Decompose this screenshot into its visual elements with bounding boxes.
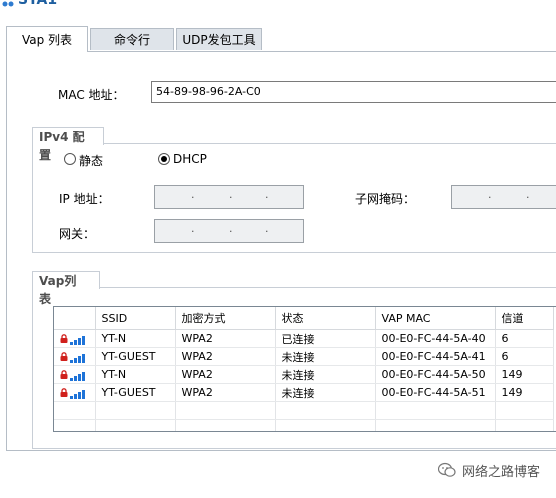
gateway-label: 网关：: [59, 227, 96, 241]
static-radio[interactable]: [64, 153, 76, 165]
ipv4-legend: IPv4 配置: [32, 127, 104, 162]
table-row[interactable]: YT-N WPA2 未连接 00-E0-FC-44-5A-50 149: [54, 365, 554, 384]
signal-strength-icon: [70, 386, 86, 400]
gateway-field[interactable]: ...: [154, 219, 304, 243]
row-icons: [54, 329, 96, 348]
dhcp-label: DHCP: [173, 152, 207, 166]
table-header: SSID 加密方式 状态 VAP MAC 信道: [54, 307, 554, 330]
col-encryption-header[interactable]: 加密方式: [175, 307, 276, 330]
station-icon: [2, 1, 14, 7]
encryption-cell: WPA2: [175, 365, 276, 384]
col-channel-header[interactable]: 信道: [495, 307, 554, 330]
window-title: STA1: [18, 0, 58, 8]
status-cell: 未连接: [275, 383, 376, 402]
ssid-cell: YT-N: [95, 365, 176, 384]
ssid-cell: YT-GUEST: [95, 383, 176, 402]
col-vap-mac-header[interactable]: VAP MAC: [375, 307, 496, 330]
lock-icon: [60, 388, 68, 398]
row-icons: [54, 383, 96, 402]
encryption-cell: WPA2: [175, 329, 276, 348]
signal-strength-icon: [70, 332, 86, 346]
lock-icon: [60, 352, 68, 362]
channel-cell: 6: [495, 347, 554, 366]
status-cell: 已连接: [275, 329, 376, 348]
subnet-label: 子网掩码：: [355, 192, 416, 206]
static-label: 静态: [79, 154, 104, 168]
empty-row: [54, 419, 554, 431]
signal-strength-icon: [70, 368, 86, 382]
ssid-cell: YT-N: [95, 329, 176, 348]
empty-row: [54, 401, 554, 420]
status-cell: 未连接: [275, 365, 376, 384]
col-status-header[interactable]: 状态: [275, 307, 376, 330]
vap-legend: Vap列表: [32, 271, 100, 306]
col-icon-header: [54, 307, 96, 330]
tab-command-line[interactable]: 命令行: [90, 28, 174, 50]
encryption-cell: WPA2: [175, 347, 276, 366]
lock-icon: [60, 370, 68, 380]
channel-cell: 6: [495, 329, 554, 348]
mac-address-field[interactable]: 54-89-98-96-2A-C0: [151, 81, 556, 103]
vap-mac-cell: 00-E0-FC-44-5A-40: [375, 329, 496, 348]
ip-address-field[interactable]: ...: [154, 185, 304, 209]
col-ssid-header[interactable]: SSID: [95, 307, 176, 330]
title-bar: STA1: [0, 0, 556, 14]
row-icons: [54, 365, 96, 384]
channel-cell: 149: [495, 365, 554, 384]
table-row[interactable]: YT-N WPA2 已连接 00-E0-FC-44-5A-40 6: [54, 329, 554, 348]
dhcp-radio[interactable]: [158, 153, 170, 165]
vap-table[interactable]: SSID 加密方式 状态 VAP MAC 信道 YT-N WPA2 已连接 00-E0…: [53, 306, 556, 432]
encryption-cell: WPA2: [175, 383, 276, 402]
table-row[interactable]: YT-GUEST WPA2 未连接 00-E0-FC-44-5A-41 6: [54, 347, 554, 366]
subnet-mask-field[interactable]: ..: [451, 185, 556, 209]
channel-cell: 149: [495, 383, 554, 402]
watermark-text: 网络之路博客: [462, 465, 541, 480]
vap-mac-cell: 00-E0-FC-44-5A-41: [375, 347, 496, 366]
vap-mac-cell: 00-E0-FC-44-5A-50: [375, 365, 496, 384]
vap-mac-cell: 00-E0-FC-44-5A-51: [375, 383, 496, 402]
wechat-icon: [438, 462, 456, 477]
row-icons: [54, 347, 96, 366]
signal-strength-icon: [70, 350, 86, 364]
status-cell: 未连接: [275, 347, 376, 366]
ssid-cell: YT-GUEST: [95, 347, 176, 366]
tab-vap-list[interactable]: Vap 列表: [6, 26, 88, 52]
ip-label: IP 地址：: [59, 192, 110, 206]
mac-label: MAC 地址：: [58, 88, 125, 102]
lock-icon: [60, 334, 68, 344]
table-row[interactable]: YT-GUEST WPA2 未连接 00-E0-FC-44-5A-51 149: [54, 383, 554, 402]
tab-udp-tool[interactable]: UDP发包工具: [176, 28, 262, 50]
